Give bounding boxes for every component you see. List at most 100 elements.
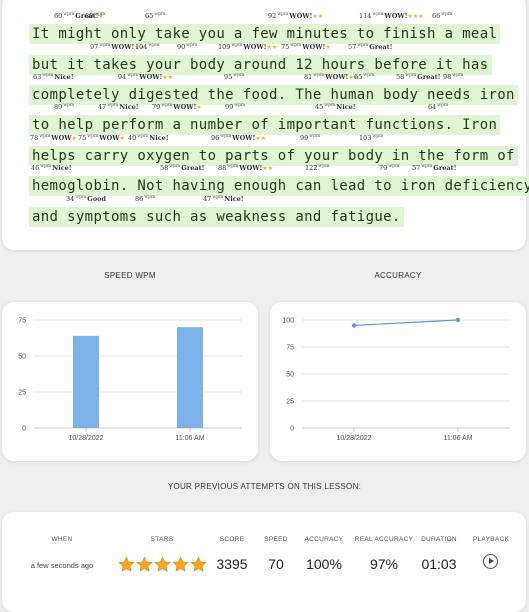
y-tick-label: 0 — [22, 426, 26, 433]
wpm-annotation: 45wpmNice! — [315, 102, 356, 111]
wpm-unit: wpm — [144, 195, 156, 200]
star-icon: ★ — [325, 44, 331, 52]
attempt-speed: 70 — [268, 556, 284, 572]
attempt-duration: 01:03 — [421, 556, 457, 572]
y-tick-label: 25 — [286, 399, 294, 406]
wpm-label: Nice! — [54, 73, 74, 82]
wpm-value: 34 — [66, 195, 75, 204]
wpm-value: 64 — [428, 103, 437, 112]
wpm-label: Great! — [433, 164, 457, 173]
wpm-unit: wpm — [290, 43, 302, 48]
y-tick-label: 100 — [282, 318, 294, 325]
wpm-label: Great! — [417, 73, 441, 82]
wpm-annotation: 114wpmWOW!★★★ — [359, 11, 424, 21]
wpm-value: 104 — [135, 43, 148, 52]
wpm-unit: wpm — [40, 164, 52, 169]
wpm-unit: wpm — [363, 73, 375, 78]
attempt-stars — [118, 556, 207, 573]
wpm-annotation: 103wpm — [359, 133, 384, 142]
lesson-line: and symptoms such as weakness and fatigu… — [29, 207, 404, 227]
y-tick-label: 50 — [286, 372, 294, 379]
wpm-unit: wpm — [234, 103, 246, 108]
wpm-unit: wpm — [452, 73, 464, 78]
wpm-value: 75 — [78, 134, 87, 143]
wpm-annotation: 88wpmWOW!★★ — [218, 163, 273, 173]
wpm-unit: wpm — [63, 12, 75, 17]
wpm-unit: wpm — [233, 73, 245, 78]
wpm-value: 46 — [31, 164, 40, 173]
wpm-value: 90 — [177, 43, 186, 52]
wpm-unit: wpm — [231, 43, 243, 48]
accuracy-line — [353, 319, 459, 326]
wpm-unit: wpm — [313, 73, 325, 78]
wpm-annotation: 57wpmGreat! — [412, 163, 456, 172]
wpm-label: Good — [87, 195, 107, 204]
wpm-annotation: 57wpmGreat! — [348, 42, 392, 51]
star-icon: ★ — [71, 135, 77, 143]
star-icon: ★★ — [162, 74, 174, 82]
wpm-annotation: 79wpmWOW!★ — [152, 102, 202, 112]
wpm-label: Nice! — [52, 164, 72, 173]
wpm-unit: wpm — [75, 195, 87, 200]
accuracy-chart: 0 25 50 75 100 10/28/2022 11:06 AM — [282, 318, 510, 442]
wpm-label: Great! — [369, 43, 393, 52]
y-tick-label: 50 — [18, 354, 26, 361]
col-header-accuracy: ACCURACY — [304, 536, 344, 543]
wpm-unit: wpm — [388, 164, 400, 169]
wpm-unit: wpm — [154, 12, 166, 17]
wpm-value: 122 — [305, 164, 318, 173]
wpm-value: 58 — [160, 164, 169, 173]
wpm-unit: wpm — [405, 73, 417, 78]
wpm-label: WOW — [51, 134, 72, 143]
wpm-annotation: 80wpm — [85, 11, 106, 20]
wpm-value: 86 — [135, 195, 144, 204]
wpm-value: 58 — [396, 73, 405, 82]
wpm-annotation: 58wpmGreat! — [160, 163, 204, 172]
wpm-value: 60 — [54, 12, 63, 21]
wpm-unit: wpm — [137, 134, 149, 139]
wpm-label: Nice! — [336, 103, 356, 112]
wpm-value: 99 — [225, 103, 234, 112]
wpm-label: WOW! — [325, 73, 349, 82]
wpm-annotation: 40wpmNice! — [128, 133, 169, 142]
col-header-playback: PLAYBACK — [472, 536, 510, 543]
playback-button[interactable] — [483, 554, 498, 569]
x-tick-label: 11:06 AM — [443, 435, 472, 442]
star-icon — [190, 556, 207, 572]
wpm-unit: wpm — [227, 164, 239, 169]
wpm-annotation: 46wpmNice! — [31, 163, 72, 172]
wpm-unit: wpm — [161, 103, 173, 108]
wpm-annotation: 65wpm — [145, 11, 166, 20]
wpm-unit: wpm — [127, 73, 139, 78]
wpm-value: 47 — [98, 103, 107, 112]
lesson-line: It might only take you a few minutes to … — [29, 24, 501, 44]
speed-bar — [73, 335, 99, 428]
wpm-unit: wpm — [39, 134, 51, 139]
wpm-value: 79 — [379, 164, 388, 173]
wpm-annotation: 109wpmWOW!★★ — [218, 42, 277, 52]
col-header-real-accuracy: REAL ACCURACY — [354, 536, 414, 543]
star-icon: ★★ — [255, 135, 267, 143]
wpm-value: 63 — [33, 73, 42, 82]
wpm-value: 45 — [315, 103, 324, 112]
wpm-annotation: 95wpm — [224, 72, 245, 81]
wpm-label: WOW! — [111, 43, 135, 52]
wpm-unit: wpm — [220, 134, 232, 139]
star-icon — [154, 556, 171, 572]
star-icon: ★ — [119, 135, 125, 143]
wpm-annotation: 89wpm — [54, 102, 75, 111]
wpm-unit: wpm — [99, 43, 111, 48]
wpm-unit: wpm — [63, 103, 75, 108]
wpm-unit: wpm — [421, 164, 433, 169]
wpm-annotation: 79wpm — [379, 163, 400, 172]
wpm-annotation: 94wpmWOW!★★ — [118, 72, 173, 82]
wpm-unit: wpm — [87, 134, 99, 139]
x-tick-label: 10/28/2022 — [336, 435, 371, 442]
star-icon — [172, 556, 189, 572]
wpm-annotation: 66wpm — [432, 11, 453, 20]
wpm-value: 97 — [90, 43, 99, 52]
wpm-annotation: 122wpm — [305, 163, 330, 172]
wpm-annotation: 90wpm — [177, 42, 198, 51]
wpm-value: 99 — [300, 134, 309, 143]
wpm-value: 95 — [224, 73, 233, 82]
